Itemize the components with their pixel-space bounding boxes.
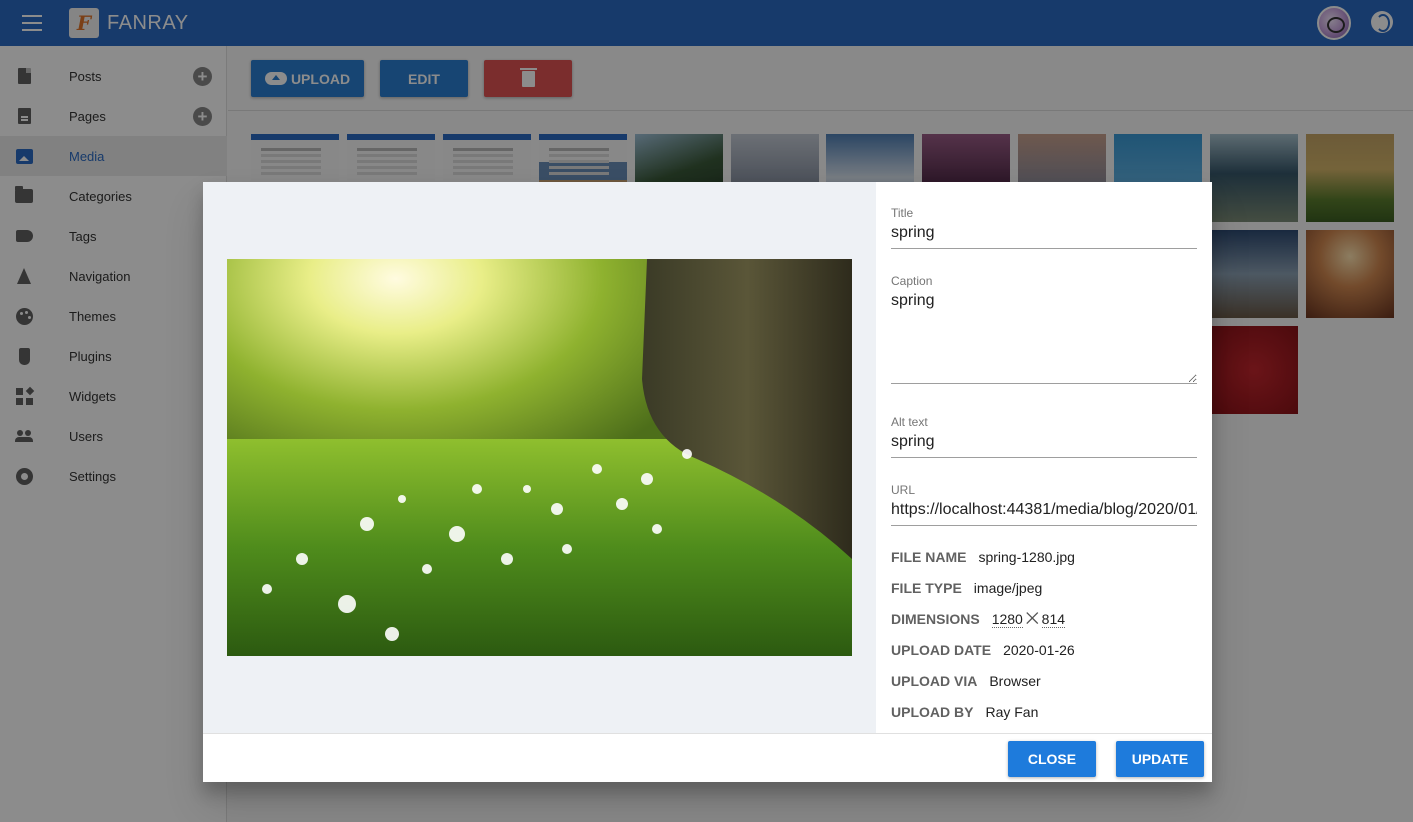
title-field-group: Title bbox=[891, 206, 1197, 249]
upload-date-value: 2020-01-26 bbox=[1003, 642, 1075, 658]
width-value: 1280 bbox=[991, 611, 1023, 628]
dimensions-key: DIMENSIONS bbox=[891, 611, 980, 627]
upload-date-key: UPLOAD DATE bbox=[891, 642, 992, 658]
height-value: 814 bbox=[1041, 611, 1066, 628]
file-type-key: FILE TYPE bbox=[891, 580, 962, 596]
image-preview-pane bbox=[203, 182, 876, 733]
alt-text-label: Alt text bbox=[891, 415, 928, 429]
image-preview bbox=[227, 259, 852, 656]
title-input[interactable] bbox=[891, 220, 1197, 249]
upload-by-key: UPLOAD BY bbox=[891, 704, 974, 720]
file-name-value: spring-1280.jpg bbox=[978, 549, 1075, 565]
upload-via-value: Browser bbox=[989, 673, 1041, 689]
media-edit-dialog: Title Caption spring Alt text URL FILE N… bbox=[203, 182, 1212, 782]
upload-via-key: UPLOAD VIA bbox=[891, 673, 978, 689]
caption-label: Caption bbox=[891, 274, 933, 288]
file-type-value: image/jpeg bbox=[973, 580, 1043, 596]
update-button[interactable]: UPDATE bbox=[1116, 741, 1204, 777]
upload-by-row: UPLOAD BY Ray Fan bbox=[891, 704, 1038, 720]
alt-text-input[interactable] bbox=[891, 429, 1197, 458]
upload-via-row: UPLOAD VIA Browser bbox=[891, 673, 1041, 689]
close-button[interactable]: CLOSE bbox=[1008, 741, 1096, 777]
dimensions-row: DIMENSIONS 1280 ⨉ 814 bbox=[891, 611, 1066, 629]
file-type-row: FILE TYPE image/jpeg bbox=[891, 580, 1042, 596]
url-input[interactable] bbox=[891, 497, 1197, 526]
url-field-group: URL bbox=[891, 483, 1197, 526]
upload-by-value: Ray Fan bbox=[985, 704, 1039, 720]
title-label: Title bbox=[891, 206, 914, 220]
times-icon: ⨉ bbox=[1025, 611, 1039, 628]
file-name-key: FILE NAME bbox=[891, 549, 967, 565]
dialog-actions: CLOSE UPDATE bbox=[203, 733, 1212, 782]
alt-text-field-group: Alt text bbox=[891, 415, 1197, 458]
media-details-form: Title Caption spring Alt text URL FILE N… bbox=[876, 182, 1212, 733]
caption-field-group: Caption spring bbox=[891, 274, 1197, 384]
upload-date-row: UPLOAD DATE 2020-01-26 bbox=[891, 642, 1075, 658]
caption-textarea[interactable]: spring bbox=[891, 288, 1197, 384]
url-label: URL bbox=[891, 483, 916, 497]
file-name-row: FILE NAME spring-1280.jpg bbox=[891, 549, 1075, 565]
